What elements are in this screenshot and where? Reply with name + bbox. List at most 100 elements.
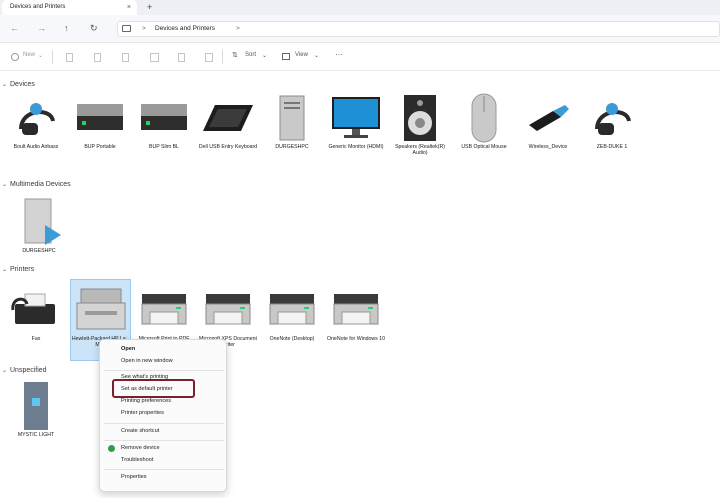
section-header-unspecified[interactable]: ⌄ Unspecified	[0, 367, 47, 374]
device-item[interactable]: Fax	[5, 284, 67, 342]
monitor-icon	[332, 97, 380, 138]
device-label: Dell USB Entry Keyboard	[198, 144, 258, 150]
device-item[interactable]: Boult Audio Airbass	[5, 92, 67, 150]
delete-icon[interactable]	[205, 53, 213, 62]
drive-icon	[141, 104, 187, 130]
view-icon	[282, 53, 290, 60]
menu-divider	[104, 440, 224, 441]
device-item[interactable]: Dell USB Entry Keyboard	[197, 92, 259, 150]
sort-icon: ⇅	[232, 52, 238, 59]
device-item[interactable]: OneNote for Windows 10	[325, 284, 387, 342]
context-menu: Open Open in new window See what's print…	[99, 339, 227, 492]
device-item[interactable]: Generic Monitor (HDMI)	[325, 92, 387, 150]
device-label: OneNote for Windows 10	[327, 336, 385, 342]
menu-divider	[104, 469, 224, 470]
fax-icon	[11, 293, 55, 324]
device-item[interactable]: ZEB-DUKE 1	[581, 92, 643, 150]
breadcrumb-separator: >	[142, 25, 146, 32]
chevron-down-icon: ⌄	[2, 267, 8, 273]
device-item[interactable]: USB Optical Mouse	[453, 92, 515, 150]
device-item[interactable]: Wireless_Device	[517, 92, 579, 150]
paste-icon[interactable]	[122, 53, 129, 62]
device-label: Generic Monitor (HDMI)	[328, 144, 384, 150]
chevron-down-icon: ⌄	[262, 53, 268, 59]
close-tab-icon[interactable]: ×	[127, 0, 131, 15]
forward-button[interactable]: →	[37, 23, 46, 33]
view-button[interactable]: View	[295, 52, 308, 58]
section-title: Devices	[10, 81, 35, 88]
printer-icon	[205, 294, 251, 325]
chevron-down-icon: ⌄	[2, 82, 8, 88]
usb-dongle-icon	[529, 105, 569, 131]
device-item[interactable]: MYSTIC LIGHT	[5, 380, 67, 438]
tab-devices-and-printers[interactable]: Devices and Printers ×	[2, 0, 137, 15]
computer-tower-icon	[279, 95, 305, 141]
back-button[interactable]: ←	[10, 23, 19, 33]
menu-item-properties[interactable]: Properties	[121, 474, 147, 480]
headset-icon	[19, 103, 55, 135]
new-button[interactable]: New	[23, 52, 35, 58]
device-label: Boult Audio Airbass	[13, 144, 59, 150]
device-label: Wireless_Device	[528, 144, 568, 150]
device-label: Speakers (Realtek(R) Audio)	[395, 144, 445, 157]
menu-item-troubleshoot[interactable]: Troubleshoot	[121, 457, 153, 463]
device-label: BUP Slim BL	[149, 144, 179, 150]
section-header-multimedia[interactable]: ⌄ Multimedia Devices	[0, 181, 71, 188]
breadcrumb[interactable]: > Devices and Printers >	[117, 21, 720, 37]
section-title: Multimedia Devices	[10, 181, 71, 188]
device-label: Fax	[31, 336, 41, 342]
more-options-button[interactable]: ···	[335, 50, 343, 59]
chevron-down-icon: ⌄	[2, 182, 8, 188]
chevron-down-icon: ⌄	[314, 53, 320, 59]
command-bar: New ⌄ ⇅ Sort ⌄ View ⌄ ···	[0, 43, 720, 71]
device-item[interactable]: DURGESHPC	[8, 196, 70, 254]
menu-item-printing-preferences[interactable]: Printing preferences	[121, 398, 171, 404]
menu-divider	[104, 423, 224, 424]
mouse-icon	[471, 93, 497, 143]
drive-icon	[77, 104, 123, 130]
menu-item-printer-properties[interactable]: Printer properties	[121, 410, 164, 416]
annotation-highlight-box	[112, 379, 195, 398]
device-item[interactable]: BUP Slim BL	[133, 92, 195, 150]
menu-divider	[104, 370, 224, 371]
breadcrumb-location[interactable]: Devices and Printers	[155, 22, 215, 36]
menu-item-create-shortcut[interactable]: Create shortcut	[121, 428, 159, 434]
device-label: BUP Portable	[84, 144, 116, 150]
menu-item-remove-device[interactable]: Remove device	[121, 445, 160, 451]
mfp-printer-icon	[76, 288, 126, 330]
device-label: OneNote (Desktop)	[269, 336, 315, 342]
section-header-devices[interactable]: ⌄ Devices	[0, 81, 35, 88]
address-bar: ← → ↑ ↻ > Devices and Printers >	[0, 15, 720, 43]
menu-item-open[interactable]: Open	[121, 346, 135, 352]
section-title: Printers	[10, 266, 35, 273]
chevron-down-icon: ⌄	[38, 53, 44, 59]
printer-icon	[269, 294, 315, 325]
breadcrumb-separator: >	[236, 25, 240, 32]
device-item[interactable]: Microsoft Print to PDF	[133, 284, 195, 342]
printer-icon	[141, 294, 187, 325]
printer-icon	[333, 294, 379, 325]
copy-icon[interactable]	[94, 53, 101, 62]
divider	[52, 50, 53, 64]
new-tab-button[interactable]: +	[147, 0, 152, 14]
refresh-button[interactable]: ↻	[90, 23, 98, 34]
section-title: Unspecified	[10, 367, 47, 374]
device-item[interactable]: DURGESHPC	[261, 92, 323, 150]
chevron-down-icon: ⌄	[2, 368, 8, 374]
divider	[222, 50, 223, 64]
tab-title: Devices and Printers	[10, 4, 66, 10]
headset-icon	[595, 103, 631, 135]
share-icon[interactable]	[178, 53, 185, 62]
device-label: MYSTIC LIGHT	[17, 432, 55, 438]
device-item[interactable]: Speakers (Realtek(R) Audio)	[389, 92, 451, 157]
new-icon	[11, 53, 19, 61]
device-item[interactable]: BUP Portable	[69, 92, 131, 150]
rename-icon[interactable]	[150, 53, 159, 62]
cut-icon[interactable]	[66, 53, 73, 62]
device-label: USB Optical Mouse	[461, 144, 507, 150]
up-button[interactable]: ↑	[64, 23, 69, 33]
section-header-printers[interactable]: ⌄ Printers	[0, 266, 34, 273]
menu-item-open-new-window[interactable]: Open in new window	[121, 358, 173, 364]
device-item[interactable]: OneNote (Desktop)	[261, 284, 323, 342]
sort-button[interactable]: Sort	[245, 52, 256, 58]
